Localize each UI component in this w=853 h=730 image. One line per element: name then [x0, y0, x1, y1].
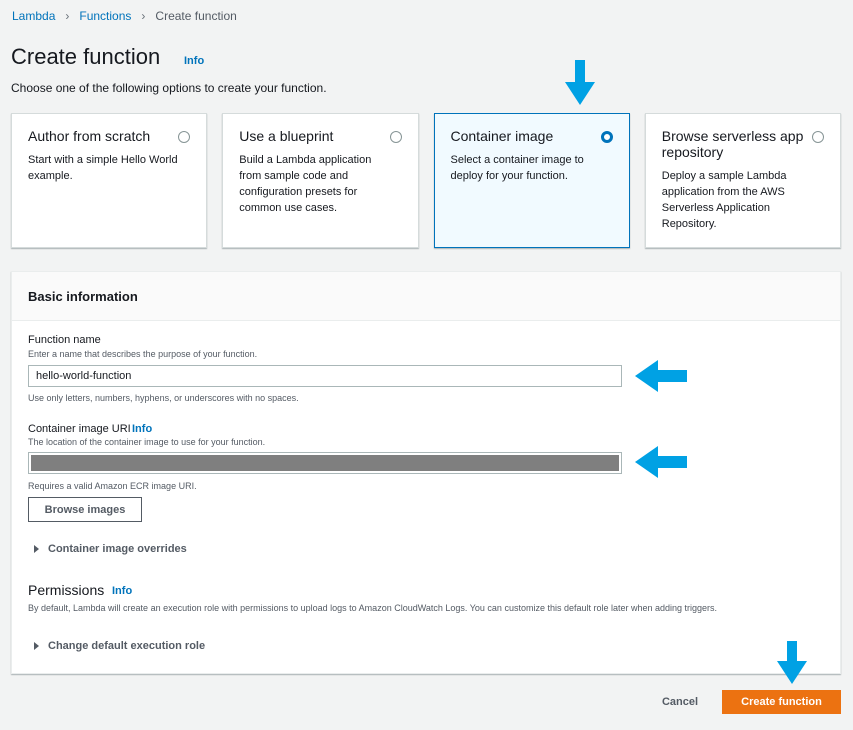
breadcrumb-current: Create function: [155, 9, 237, 23]
radio-button[interactable]: [812, 131, 824, 143]
expander-label: Change default execution role: [48, 640, 206, 652]
container-image-uri-info-link[interactable]: Info: [132, 423, 152, 435]
arrow-down-icon: [565, 60, 595, 105]
function-name-description: Enter a name that describes the purpose …: [28, 349, 258, 359]
radio-button[interactable]: [389, 131, 402, 143]
option-description: Select a container image to deploy for y…: [450, 154, 584, 182]
container-image-overrides-expander[interactable]: Container image overrides: [34, 543, 187, 555]
option-title: Browse serverless app repository: [661, 128, 804, 160]
caret-right-icon: [34, 545, 39, 553]
option-title: Author from scratch: [28, 128, 151, 144]
cancel-button[interactable]: Cancel: [648, 690, 712, 714]
redacted-uri-value: [31, 455, 619, 471]
caret-right-icon: [34, 642, 39, 650]
breadcrumb: Lambda › Functions › Create function: [12, 9, 237, 23]
radio-button-selected[interactable]: [600, 131, 613, 143]
arrow-left-icon: [635, 446, 687, 478]
option-container-image[interactable]: Container image Select a container image…: [433, 113, 630, 248]
option-title: Use a blueprint: [239, 128, 334, 144]
change-default-execution-role-expander[interactable]: Change default execution role: [34, 640, 205, 652]
function-name-input[interactable]: [28, 365, 622, 387]
create-options: Author from scratch Start with a simple …: [11, 113, 841, 248]
function-name-label: Function name: [28, 334, 101, 346]
permissions-info-link[interactable]: Info: [112, 585, 132, 597]
option-use-a-blueprint[interactable]: Use a blueprint Build a Lambda applicati…: [222, 113, 419, 248]
chevron-right-icon: ›: [65, 9, 70, 23]
option-title: Container image: [450, 128, 554, 144]
chevron-right-icon: ›: [141, 9, 146, 23]
page-description: Choose one of the following options to c…: [11, 81, 327, 95]
permissions-title: Permissions: [28, 582, 105, 598]
option-author-from-scratch[interactable]: Author from scratch Start with a simple …: [11, 113, 208, 248]
create-function-button[interactable]: Create function: [722, 690, 841, 714]
function-name-hint: Use only letters, numbers, hyphens, or u…: [28, 393, 299, 403]
basic-information-panel: Basic information Function name Enter a …: [11, 271, 841, 674]
container-image-uri-hint: Requires a valid Amazon ECR image URI.: [28, 481, 197, 491]
container-image-uri-input[interactable]: [28, 452, 622, 474]
browse-images-button[interactable]: Browse images: [28, 497, 142, 522]
panel-header: Basic information: [12, 272, 840, 321]
option-description: Start with a simple Hello World example.: [28, 154, 178, 182]
arrow-left-icon: [635, 360, 687, 392]
permissions-description: By default, Lambda will create an execut…: [28, 603, 718, 613]
page-title: Create function: [11, 44, 161, 69]
option-description: Build a Lambda application from sample c…: [239, 154, 372, 214]
arrow-down-icon: [777, 641, 807, 684]
container-image-uri-label: Container image URI: [28, 423, 131, 435]
breadcrumb-lambda-link[interactable]: Lambda: [12, 9, 55, 23]
page-info-link[interactable]: Info: [184, 55, 204, 67]
option-browse-serverless-app-repository[interactable]: Browse serverless app repository Deploy …: [644, 113, 841, 248]
container-image-uri-description: The location of the container image to u…: [28, 437, 266, 447]
expander-label: Container image overrides: [48, 543, 187, 555]
breadcrumb-functions-link[interactable]: Functions: [79, 9, 131, 23]
option-description: Deploy a sample Lambda application from …: [661, 170, 787, 230]
